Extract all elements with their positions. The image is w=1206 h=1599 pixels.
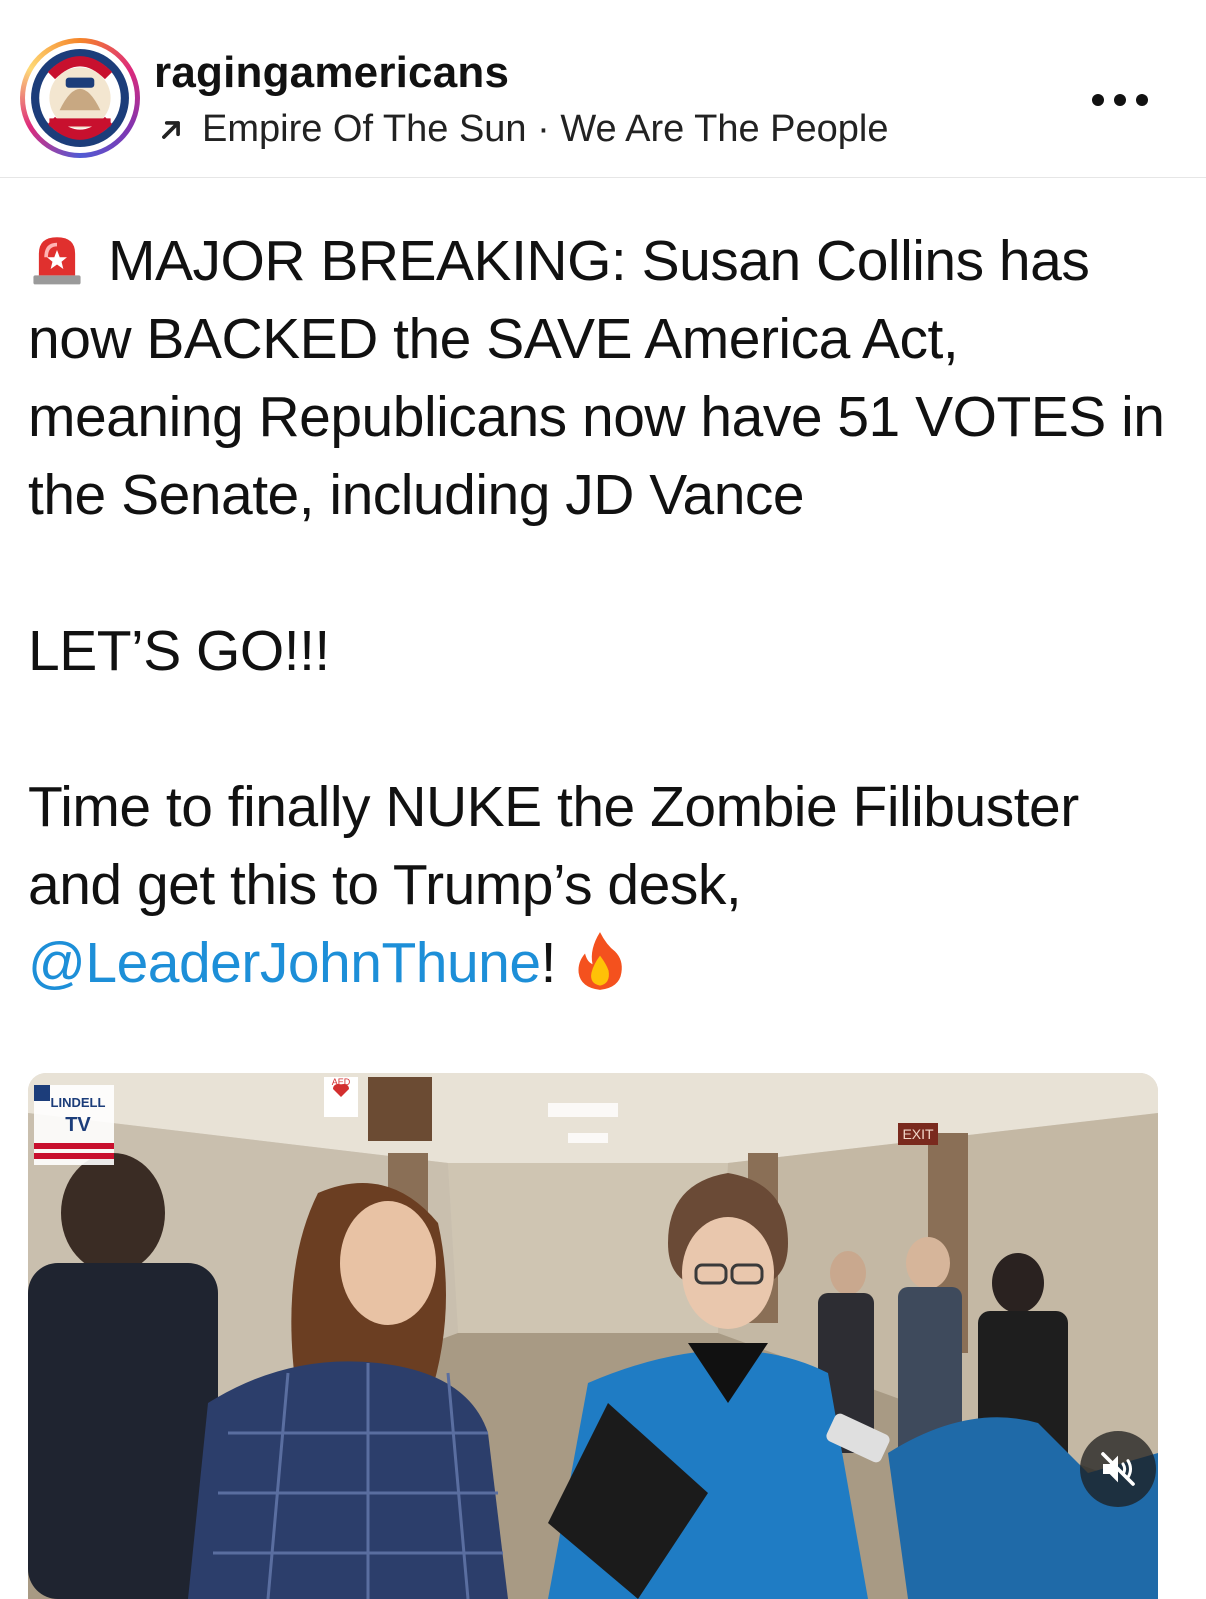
caption-body-paragraph: Time to finally NUKE the Zombie Filibust… xyxy=(28,768,1178,1002)
lindell-tv-logo-icon: LINDELL TV xyxy=(34,1085,114,1165)
post-header: ragingamericans Empire Of The Sun · We A… xyxy=(0,0,1206,178)
username[interactable]: ragingamericans xyxy=(154,48,509,98)
lindell-tv-logo-line1: LINDELL xyxy=(51,1095,106,1110)
raging-americans-logo-icon xyxy=(25,43,135,153)
music-link[interactable]: Empire Of The Sun · We Are The People xyxy=(154,108,888,151)
muted-speaker-icon xyxy=(1101,1452,1135,1486)
police-siren-icon xyxy=(33,237,81,285)
instagram-post: ragingamericans Empire Of The Sun · We A… xyxy=(0,0,1206,1599)
music-track-label: Empire Of The Sun · We Are The People xyxy=(202,108,889,150)
more-options-button[interactable] xyxy=(1092,88,1148,112)
arrow-up-right-icon xyxy=(162,120,180,139)
caption-headline: MAJOR BREAKING: Susan Collins has now BA… xyxy=(28,229,1180,527)
caption-body: Time to finally NUKE the Zombie Filibust… xyxy=(28,775,1095,917)
fire-icon xyxy=(578,932,622,990)
lindell-tv-logo-line2: TV xyxy=(65,1114,91,1136)
more-options-icon xyxy=(1092,94,1104,106)
aed-sign-label: AED xyxy=(332,1077,351,1087)
video-frame-image: AED EXIT xyxy=(28,1073,1158,1599)
post-video[interactable]: AED EXIT LINDELL TV xyxy=(28,1073,1158,1599)
mention-suffix: ! xyxy=(540,931,557,995)
mention-link[interactable]: @LeaderJohnThune xyxy=(28,931,541,995)
caption-cheer: LET’S GO!!! xyxy=(28,619,330,683)
exit-sign-label: EXIT xyxy=(902,1126,934,1142)
avatar[interactable] xyxy=(20,38,140,158)
mute-toggle-button[interactable] xyxy=(1080,1431,1156,1507)
caption-headline-paragraph: MAJOR BREAKING: Susan Collins has now BA… xyxy=(28,222,1178,534)
post-caption: MAJOR BREAKING: Susan Collins has now BA… xyxy=(28,222,1178,1002)
